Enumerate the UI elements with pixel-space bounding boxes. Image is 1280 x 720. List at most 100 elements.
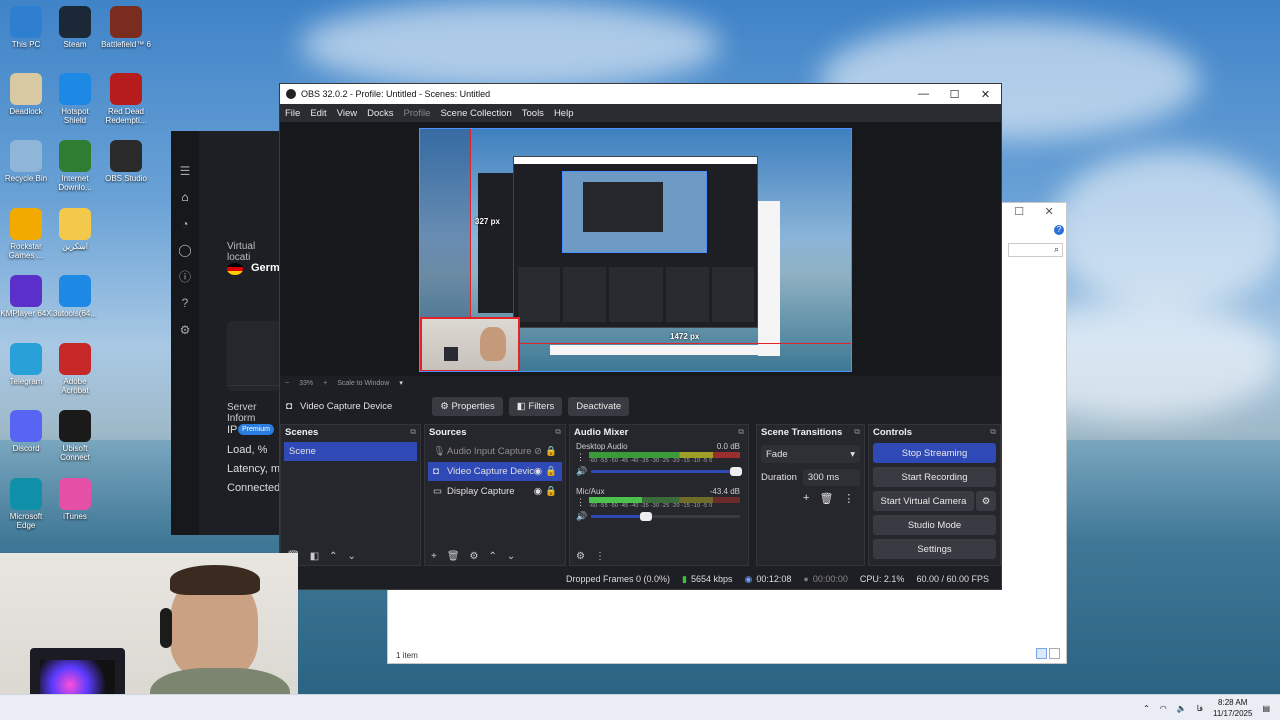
- speed-icon[interactable]: ◔: [178, 217, 192, 231]
- scale-to-window[interactable]: Scale to Window: [332, 380, 394, 387]
- selected-webcam-source[interactable]: [420, 317, 520, 371]
- view-toggle[interactable]: [1036, 648, 1060, 660]
- maximize-icon[interactable]: ☐: [1014, 205, 1024, 221]
- move-up-icon[interactable]: ⌃: [329, 551, 337, 562]
- menu-tools[interactable]: Tools: [517, 108, 549, 119]
- move-down-icon[interactable]: ⌄: [507, 551, 515, 562]
- desktop-icon[interactable]: OBS Studio: [100, 140, 152, 183]
- desktop-icon[interactable]: اسکرین: [49, 208, 101, 251]
- lock-icon[interactable]: 🔒: [545, 486, 557, 497]
- details-view-icon[interactable]: [1036, 648, 1047, 659]
- help-icon[interactable]: ?: [1054, 225, 1064, 235]
- virtual-camera-settings-icon[interactable]: ⚙: [976, 491, 996, 511]
- undock-icon[interactable]: ⧉: [990, 427, 996, 437]
- desktop-icon[interactable]: KMPlayer 64X: [0, 275, 52, 318]
- kebab-menu-icon[interactable]: ⋮: [576, 497, 585, 508]
- source-item[interactable]: ▭ Display Capture ◉ 🔒: [428, 482, 562, 501]
- home-icon[interactable]: ⌂: [178, 190, 192, 204]
- vpn-app-window[interactable]: ☰ ⌂ ◔ ◯ ⓘ ? ⚙ Virtual locati Germ Server…: [171, 131, 281, 535]
- deactivate-button[interactable]: Deactivate: [568, 397, 630, 416]
- menu-profile[interactable]: Profile: [399, 108, 436, 119]
- search-box[interactable]: ⌕: [1008, 243, 1063, 257]
- volume-slider[interactable]: [591, 467, 742, 476]
- desktop-icon[interactable]: Internet Downlo...: [49, 140, 101, 192]
- lock-icon[interactable]: 🔒: [545, 446, 557, 457]
- menu-help[interactable]: Help: [549, 108, 579, 119]
- start-virtual-camera-button[interactable]: Start Virtual Camera: [873, 491, 974, 511]
- close-icon[interactable]: ✕: [970, 88, 1001, 101]
- properties-button[interactable]: ⚙ Properties: [432, 397, 503, 416]
- kebab-menu-icon[interactable]: ⋮: [576, 452, 585, 463]
- start-recording-button[interactable]: Start Recording: [873, 467, 996, 487]
- desktop-icon[interactable]: Adobe Acrobat: [49, 343, 101, 395]
- desktop-icon[interactable]: Steam: [49, 6, 101, 49]
- desktop-icon[interactable]: Rockstar Games ...: [0, 208, 52, 260]
- help-icon[interactable]: ?: [178, 296, 192, 310]
- maximize-icon[interactable]: ☐: [939, 88, 970, 101]
- undock-icon[interactable]: ⧉: [738, 427, 744, 437]
- desktop-icon[interactable]: Red Dead Redempti...: [100, 73, 152, 125]
- move-down-icon[interactable]: ⌄: [348, 551, 356, 562]
- stop-streaming-button[interactable]: Stop Streaming: [873, 443, 996, 463]
- duration-input[interactable]: 300 ms: [802, 469, 860, 486]
- desktop-icon[interactable]: Ubisoft Connect: [49, 410, 101, 462]
- menu-scene-collection[interactable]: Scene Collection: [435, 108, 516, 119]
- menu-icon[interactable]: ☰: [178, 164, 192, 178]
- speaker-icon[interactable]: 🔊: [576, 511, 587, 522]
- source-item[interactable]: ◘ Video Capture Devic ◉ 🔒: [428, 462, 562, 481]
- obs-window[interactable]: OBS 32.0.2 - Profile: Untitled - Scenes:…: [279, 83, 1002, 590]
- input-language[interactable]: ﻓﺎ: [1197, 704, 1203, 713]
- preview-area[interactable]: 327 px 1472 px: [280, 122, 1001, 376]
- eye-icon[interactable]: ◉: [534, 486, 542, 497]
- menu-docks[interactable]: Docks: [362, 108, 398, 119]
- volume-slider[interactable]: [591, 512, 740, 521]
- desktop-icon[interactable]: Deadlock: [0, 73, 52, 116]
- desktop-icon[interactable]: iTunes: [49, 478, 101, 521]
- advanced-audio-icon[interactable]: ⚙: [576, 551, 585, 562]
- kebab-menu-icon[interactable]: ⋮: [843, 492, 854, 505]
- account-icon[interactable]: ◯: [178, 243, 192, 257]
- filters-button[interactable]: ◧ Filters: [508, 397, 563, 416]
- desktop-icon[interactable]: Microsoft Edge: [0, 478, 52, 530]
- preview-canvas[interactable]: 327 px 1472 px: [419, 128, 852, 372]
- obs-title-bar[interactable]: OBS 32.0.2 - Profile: Untitled - Scenes:…: [280, 84, 1001, 104]
- undock-icon[interactable]: ⧉: [854, 427, 860, 437]
- scene-filter-icon[interactable]: ◧: [310, 551, 319, 562]
- info-icon[interactable]: ⓘ: [178, 270, 192, 284]
- volume-handle[interactable]: [730, 467, 742, 476]
- settings-button[interactable]: Settings: [873, 539, 996, 559]
- minimize-icon[interactable]: —: [908, 88, 939, 101]
- lock-icon[interactable]: 🔒: [545, 466, 557, 477]
- settings-icon[interactable]: ⚙: [178, 323, 192, 337]
- gear-icon[interactable]: ⚙: [470, 551, 479, 562]
- network-icon[interactable]: ◠: [1160, 704, 1167, 713]
- eye-icon[interactable]: ◉: [534, 466, 542, 477]
- add-icon[interactable]: +: [431, 551, 437, 562]
- desktop-icon[interactable]: Telegram: [0, 343, 52, 386]
- speaker-icon[interactable]: 🔊: [576, 466, 587, 477]
- chevron-down-icon[interactable]: ▾: [394, 379, 408, 387]
- desktop-icon[interactable]: Recycle Bin: [0, 140, 52, 183]
- kebab-menu-icon[interactable]: ⋮: [595, 551, 605, 562]
- source-item[interactable]: 🎙 Audio Input Capture ⊘ 🔒: [428, 442, 562, 461]
- desktop-icon[interactable]: Battlefield™ 6: [100, 6, 152, 49]
- visibility-hidden-icon[interactable]: ⊘: [534, 446, 542, 457]
- desktop-icon[interactable]: Discord: [0, 410, 52, 453]
- undock-icon[interactable]: ⧉: [555, 427, 561, 437]
- menu-view[interactable]: View: [332, 108, 362, 119]
- clock[interactable]: 8:28 AM 11/17/2025: [1213, 697, 1252, 719]
- transition-select[interactable]: Fade ▾: [761, 445, 860, 463]
- trash-icon[interactable]: 🗑: [447, 551, 460, 562]
- scene-item[interactable]: Scene: [284, 442, 417, 461]
- zoom-in-icon[interactable]: +: [318, 380, 332, 387]
- add-icon[interactable]: +: [803, 492, 809, 505]
- trash-icon[interactable]: 🗑: [819, 492, 833, 505]
- undock-icon[interactable]: ⧉: [410, 427, 416, 437]
- desktop-icon[interactable]: 3utools(64...: [49, 275, 101, 318]
- close-icon[interactable]: ✕: [1045, 205, 1054, 221]
- volume-handle[interactable]: [640, 512, 653, 521]
- desktop-icon[interactable]: Hotspot Shield: [49, 73, 101, 125]
- desktop-icon[interactable]: This PC: [0, 6, 52, 49]
- menu-file[interactable]: File: [280, 108, 305, 119]
- chevron-up-icon[interactable]: ⌃: [1143, 704, 1150, 713]
